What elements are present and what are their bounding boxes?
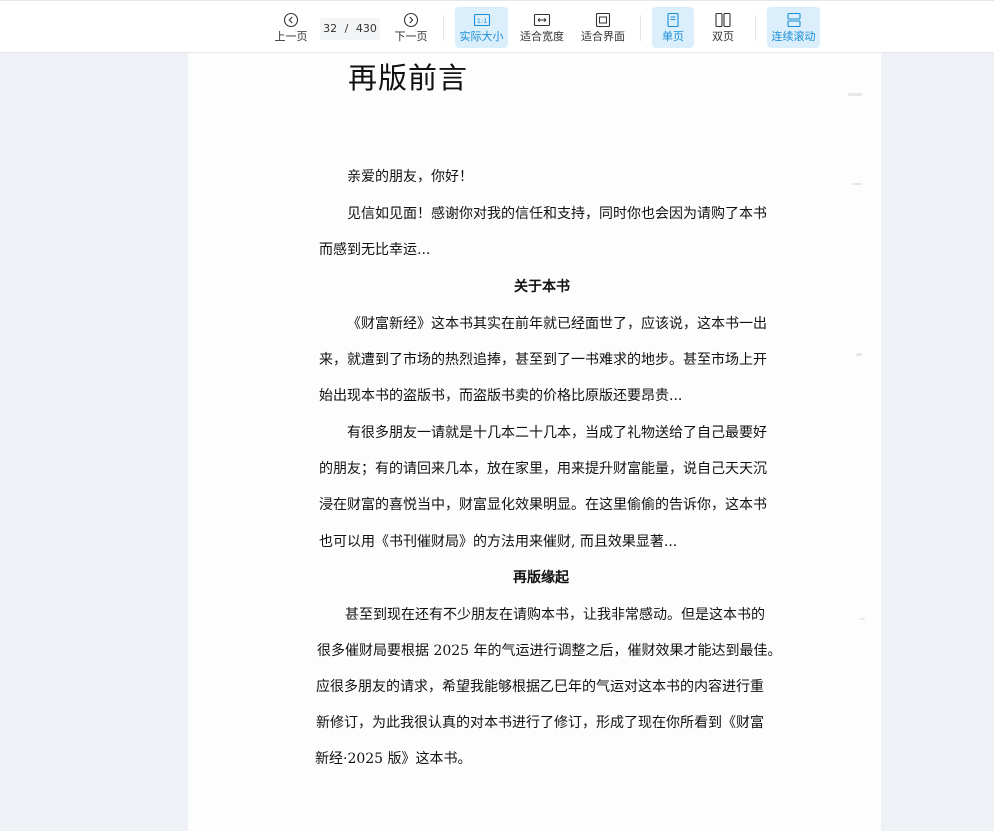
fit-width-label: 适合宽度	[520, 30, 564, 43]
prev-page-label: 上一页	[274, 30, 308, 43]
paragraph-line: 新修订，为此我很认真的对本书进行了修订，形成了现在你所看到《财富	[316, 715, 764, 731]
actual-size-label: 实际大小	[459, 30, 504, 43]
chevron-left-circle-icon	[270, 12, 312, 28]
prev-page-button[interactable]: 上一页	[270, 7, 312, 48]
section-heading-reprint: 再版缘起	[513, 570, 569, 586]
chevron-right-circle-icon	[390, 12, 432, 28]
document-page: 再版前言 亲爱的朋友，你好！ 见信如见面！感谢你对我的信任和支持，同时你也会因为…	[188, 53, 881, 831]
fit-page-label: 适合界面	[581, 30, 625, 43]
actual-size-button[interactable]: 1:1 实际大小	[455, 7, 508, 48]
paragraph-line: 应很多朋友的请求，希望我能够根据乙巳年的气运对这本书的内容进行重	[316, 679, 764, 695]
next-page-label: 下一页	[394, 30, 428, 43]
fit-width-icon	[516, 12, 568, 28]
paragraph-line: 甚至到现在还有不少朋友在请购本书，让我非常感动。但是这本书的	[345, 607, 765, 623]
toolbar-divider	[640, 15, 641, 41]
fit-page-icon	[577, 12, 629, 28]
toolbar-divider	[755, 15, 756, 41]
continuous-scroll-icon	[767, 12, 820, 28]
next-page-button[interactable]: 下一页	[390, 7, 432, 48]
paragraph-line: 而感到无比幸运...	[319, 242, 431, 258]
scan-speck	[848, 93, 862, 96]
page-separator: /	[344, 22, 349, 35]
paragraph-line: 见信如见面！感谢你对我的信任和支持，同时你也会因为请购了本书	[347, 206, 767, 222]
svg-text:1:1: 1:1	[476, 17, 486, 25]
toolbar-divider	[443, 15, 444, 41]
actual-size-icon: 1:1	[455, 12, 508, 28]
single-page-label: 单页	[662, 30, 684, 43]
page-indicator[interactable]: 32 / 430	[320, 18, 380, 40]
paragraph-line: 也可以用《书刊催财局》的方法用来催财, 而且效果显著...	[319, 534, 678, 550]
single-page-button[interactable]: 单页	[652, 7, 694, 48]
paragraph-line: 有很多朋友一请就是十几本二十几本，当成了礼物送给了自己最要好	[347, 425, 767, 441]
continuous-scroll-button[interactable]: 连续滚动	[767, 7, 820, 48]
viewer-toolbar: 上一页 32 / 430 下一页 1:1 实际大小 适合宽度 适合界面 单页 双…	[0, 0, 994, 53]
scan-speck	[856, 353, 862, 356]
single-page-icon	[652, 12, 694, 28]
double-page-button[interactable]: 双页	[702, 7, 744, 48]
paragraph-line: 浸在财富的喜悦当中，财富显化效果明显。在这里偷偷的告诉你，这本书	[319, 497, 767, 513]
double-page-icon	[702, 12, 744, 28]
page-total: 430	[355, 22, 377, 35]
fit-width-button[interactable]: 适合宽度	[516, 7, 568, 48]
paragraph-line: 的朋友；有的请回来几本，放在家里，用来提升财富能量，说自己天天沉	[319, 461, 767, 477]
greeting-text: 亲爱的朋友，你好！	[347, 169, 473, 185]
paragraph-line: 很多催财局要根据 2025 年的气运进行调整之后，催财效果才能达到最佳。	[317, 643, 782, 659]
page-current[interactable]: 32	[323, 22, 337, 35]
fit-page-button[interactable]: 适合界面	[577, 7, 629, 48]
continuous-scroll-label: 连续滚动	[771, 30, 816, 43]
double-page-label: 双页	[712, 30, 734, 43]
paragraph-line: 新经·2025 版》这本书。	[315, 751, 472, 767]
paragraph-line: 来，就遭到了市场的热烈追捧，甚至到了一书难求的地步。甚至市场上开	[319, 352, 767, 368]
paragraph-line: 《财富新经》这本书其实在前年就已经面世了，应该说，这本书一出	[347, 316, 767, 332]
section-heading-about: 关于本书	[514, 279, 570, 295]
paragraph-line: 始出现本书的盗版书，而盗版书卖的价格比原版还要昂贵...	[319, 388, 683, 404]
page-title: 再版前言	[348, 61, 469, 95]
scan-speck	[852, 183, 862, 185]
scan-speck	[860, 618, 865, 620]
